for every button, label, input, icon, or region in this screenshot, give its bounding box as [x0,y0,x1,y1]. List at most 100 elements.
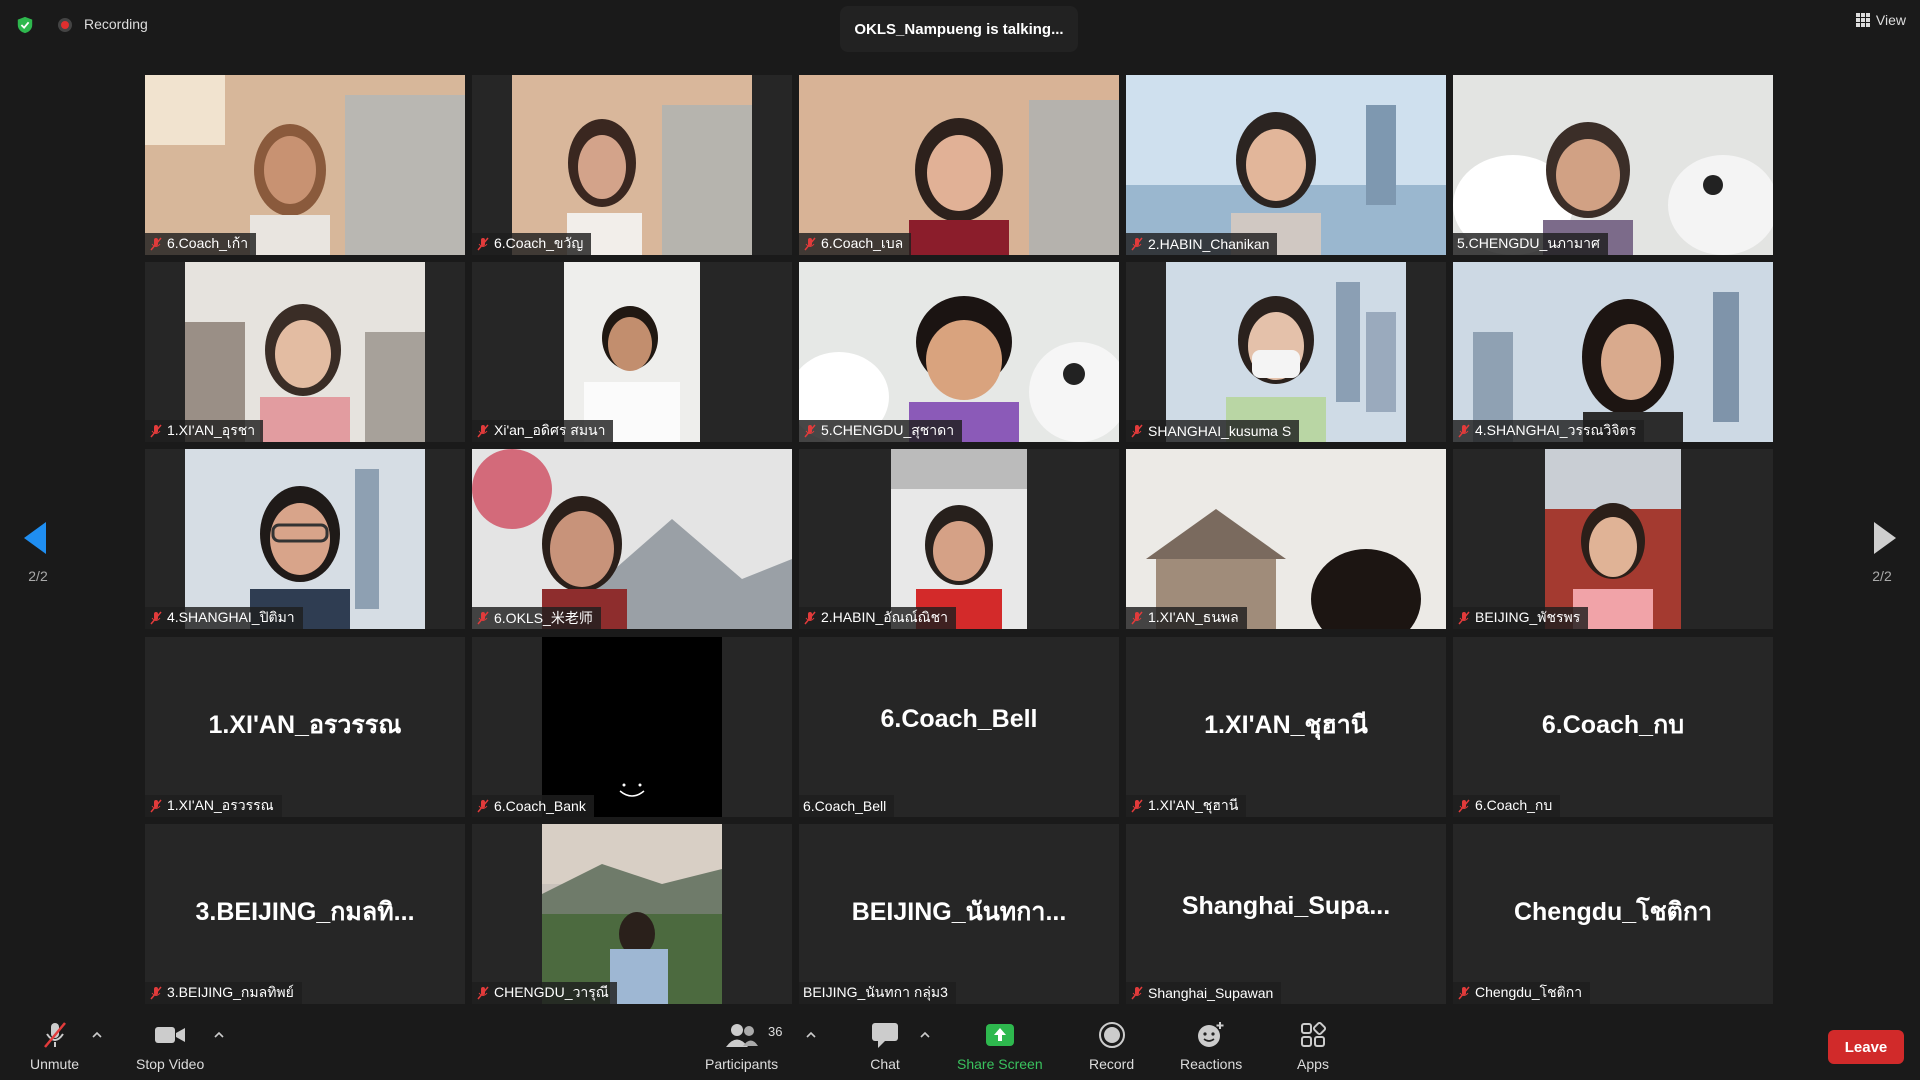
smiley-plus-icon [1198,1022,1224,1047]
participant-name-label: BEIJING_พัชรพร [1453,607,1589,630]
participant-video [1126,75,1446,255]
participant-video [185,449,425,630]
muted-mic-icon [477,799,489,813]
participant-name-label: Shanghai_Supawan [1126,981,1282,1004]
muted-mic-icon [150,237,162,251]
participant-tile[interactable]: 2.HABIN_Chanikan [1126,75,1446,255]
stop-video-button[interactable]: Stop Video [136,1020,204,1072]
participants-label: Participants [705,1056,779,1072]
participant-video [1166,262,1406,443]
muted-mic-icon [804,424,816,438]
chevron-up-icon[interactable] [91,1030,103,1040]
participant-tile[interactable]: 5.CHENGDU_นภามาศ [1453,75,1773,255]
unmute-button[interactable]: Unmute [30,1020,79,1072]
muted-mic-icon [1131,799,1143,813]
participant-tile[interactable]: 1.XI'AN_อุรชา [145,262,465,443]
page-indicator-right: 2/2 [1872,568,1892,584]
meeting-top-bar: Recording OKLS_Nampueng is talking... Vi… [0,0,1920,60]
participant-tile[interactable]: Shanghai_Supa... Shanghai_Supawan [1126,823,1446,1004]
participant-name-label: 6.Coach_Bank [472,794,594,817]
record-icon [1098,1022,1125,1048]
participant-tile[interactable]: 1.XI'AN_ธนพล [1126,449,1446,630]
muted-mic-icon [477,237,489,251]
participant-video [891,449,1027,630]
participant-display-name: BEIJING_นันทกา... [851,897,1067,926]
chevron-up-icon[interactable] [805,1030,817,1040]
video-camera-icon [155,1027,186,1043]
share-screen-icon [985,1024,1014,1046]
leave-button[interactable]: Leave [1828,1030,1904,1064]
muted-mic-icon [150,986,162,1000]
participant-video [1126,449,1446,630]
muted-mic-icon [477,424,489,438]
participant-name-label: 5.CHENGDU_นภามาศ [1453,233,1608,255]
participant-tile[interactable]: 6.Coach_เบล [799,75,1119,255]
participant-video [542,636,722,817]
next-page-button[interactable]: 2/2 [1862,518,1902,590]
participant-name-label: Chengdu_โชติกา [1453,981,1591,1004]
participant-name-label: 4.SHANGHAI_วรรณวิจิตร [1453,420,1645,443]
previous-page-button[interactable]: 2/2 [18,518,58,590]
participant-tile[interactable]: 6.OKLS_米老师 [472,449,792,630]
participant-tile[interactable]: CHENGDU_วารุณี [472,823,792,1004]
participant-video [799,75,1119,255]
muted-mic-icon [1458,611,1470,625]
participant-name-label: 5.CHENGDU_สุชาดา [799,420,963,443]
participant-video [512,75,752,255]
apps-button[interactable]: Apps [1296,1020,1330,1072]
participant-display-name: 6.Coach_Bell [880,704,1038,733]
arrow-left-icon [24,522,46,554]
participant-tile[interactable]: 1.XI'AN_ชุฮานี 1.XI'AN_ชุฮานี [1126,636,1446,817]
view-button[interactable]: View [1855,12,1906,28]
muted-mic-icon [1458,799,1470,813]
muted-mic-icon [150,799,162,813]
participants-count: 36 [768,1024,783,1039]
participant-video [145,75,465,255]
participant-tile[interactable]: 6.Coach_เก้า [145,75,465,255]
stop-video-label: Stop Video [136,1056,205,1072]
muted-mic-icon [477,986,489,1000]
apps-label: Apps [1297,1056,1329,1072]
participant-video [799,262,1119,443]
participant-tile[interactable]: 6.Coach_Bank [472,636,792,817]
participant-tile[interactable]: BEIJING_พัชรพร [1453,449,1773,630]
chevron-up-icon[interactable] [919,1030,931,1040]
participant-video [1453,262,1773,443]
participant-name-label: 2.HABIN_อัณณ์ณิชา [799,607,956,630]
chat-label: Chat [870,1056,900,1072]
muted-mic-icon [477,611,489,625]
reactions-button[interactable]: Reactions [1180,1020,1242,1072]
record-button[interactable]: Record [1089,1020,1134,1072]
participant-tile[interactable]: 4.SHANGHAI_ปิติมา [145,449,465,630]
participant-tile[interactable]: SHANGHAI_kusuma S [1126,262,1446,443]
chevron-up-icon[interactable] [213,1030,225,1040]
participant-name-label: 6.Coach_เก้า [145,233,257,255]
participant-video [1453,75,1773,255]
share-screen-button[interactable]: Share Screen [957,1020,1043,1072]
participant-name-label: 6.Coach_ขวัญ [472,233,592,255]
apps-icon [1301,1022,1326,1047]
participant-display-name: 1.XI'AN_อรวรรณ [208,710,402,739]
participant-tile[interactable]: 6.Coach_กบ 6.Coach_กบ [1453,636,1773,817]
participant-tile[interactable]: Chengdu_โชติกา Chengdu_โชติกา [1453,823,1773,1004]
participant-tile[interactable]: 1.XI'AN_อรวรรณ 1.XI'AN_อรวรรณ [145,636,465,817]
participant-tile[interactable]: 5.CHENGDU_สุชาดา [799,262,1119,443]
participant-video [472,449,792,630]
participant-video [185,262,425,443]
participants-icon [725,1024,758,1047]
participant-tile[interactable]: BEIJING_นันทกา... BEIJING_นันทกา กลุ่ม3 [799,823,1119,1004]
participant-tile[interactable]: 6.Coach_Bell 6.Coach_Bell [799,636,1119,817]
participant-tile[interactable]: Xi'an_อดิศร สมนา [472,262,792,443]
participant-name-label: SHANGHAI_kusuma S [1126,420,1300,443]
recording-label: Recording [84,16,148,32]
participant-tile[interactable]: 2.HABIN_อัณณ์ณิชา [799,449,1119,630]
participant-tile[interactable]: 4.SHANGHAI_วรรณวิจิตร [1453,262,1773,443]
participant-display-name: 6.Coach_กบ [1541,710,1685,739]
muted-mic-icon [1458,424,1470,438]
chat-button[interactable]: Chat [868,1020,902,1072]
security-shield-icon[interactable] [16,16,34,34]
participant-tile[interactable]: 3.BEIJING_กมลทิ... 3.BEIJING_กมลทิพย์ [145,823,465,1004]
participant-tile[interactable]: 6.Coach_ขวัญ [472,75,792,255]
participant-display-name: 1.XI'AN_ชุฮานี [1204,710,1368,739]
participant-name-label: 6.Coach_Bell [799,794,895,817]
